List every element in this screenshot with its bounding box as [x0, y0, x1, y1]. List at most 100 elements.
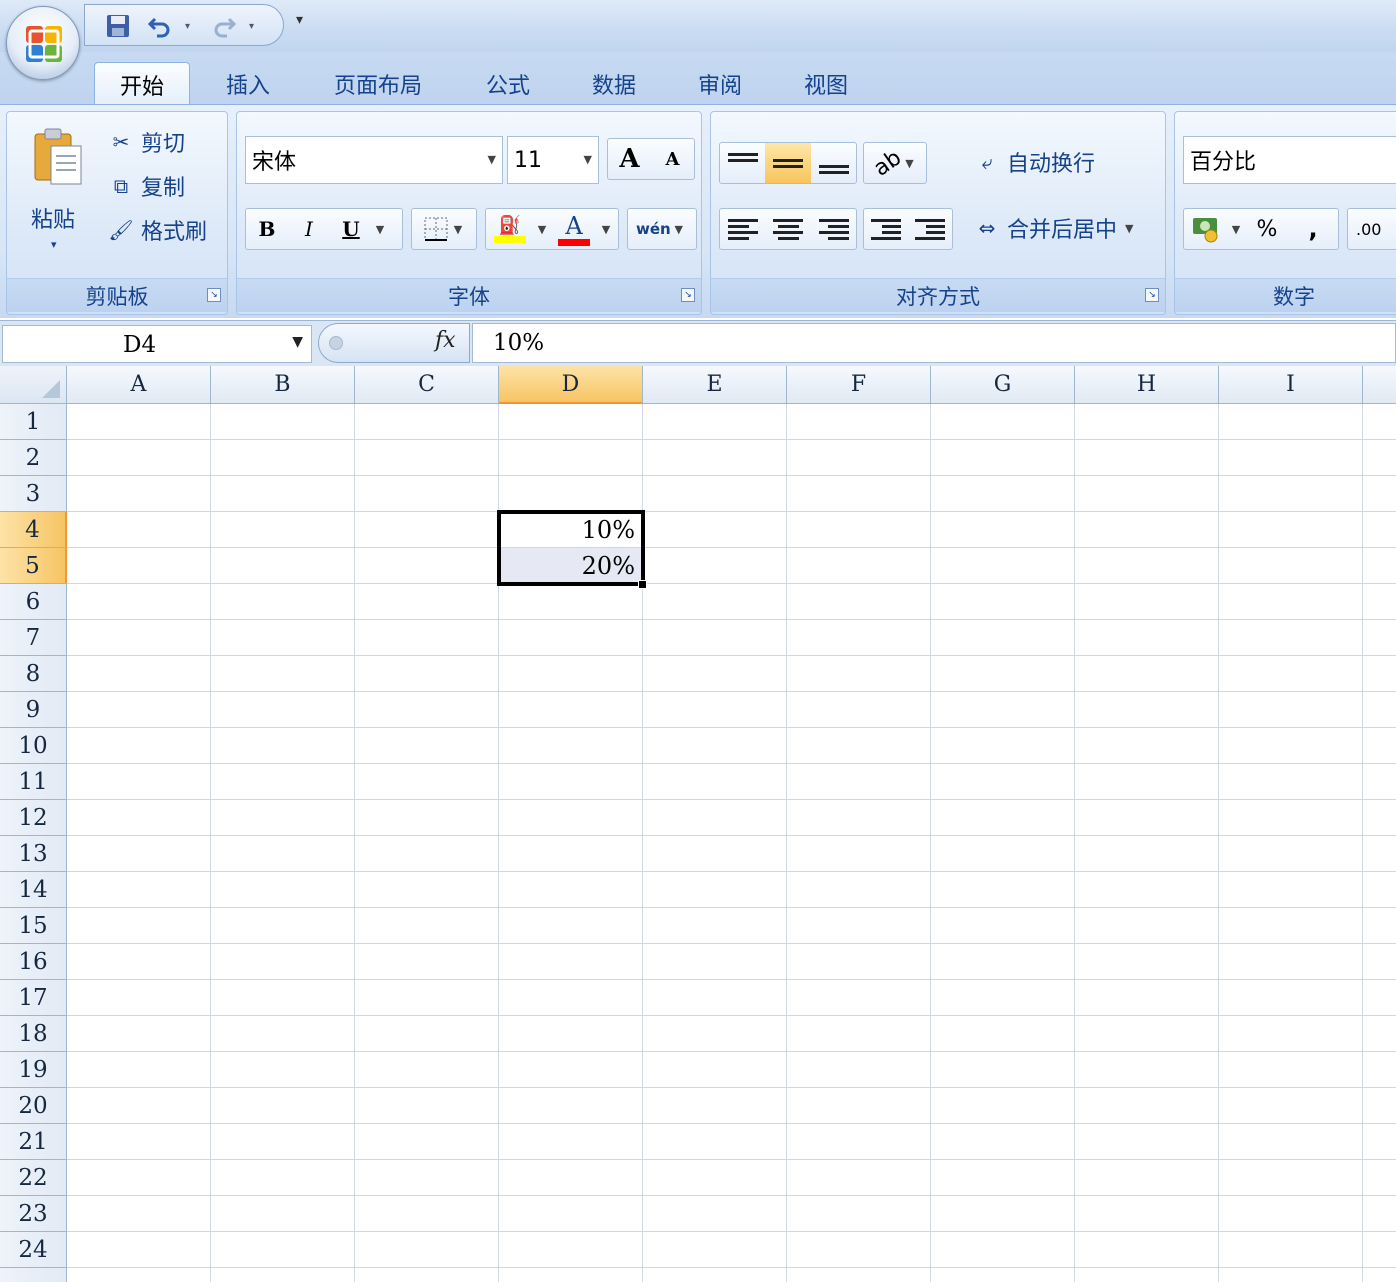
underline-button[interactable]: U	[330, 209, 372, 249]
office-button[interactable]	[6, 6, 80, 80]
save-button[interactable]	[103, 11, 133, 41]
row-header[interactable]: 10	[0, 728, 67, 764]
cut-button[interactable]: ✂ 剪切	[107, 124, 185, 160]
row-header[interactable]: 17	[0, 980, 67, 1016]
tab-data[interactable]: 数据	[570, 62, 658, 106]
row-header[interactable]: 19	[0, 1052, 67, 1088]
increase-indent-button[interactable]	[908, 209, 952, 249]
row-header[interactable]: 15	[0, 908, 67, 944]
borders-button[interactable]: ▼	[411, 208, 477, 250]
select-all-button[interactable]	[0, 366, 67, 404]
paste-dropdown-icon[interactable]: ▾	[51, 238, 57, 251]
row-header[interactable]: 22	[0, 1160, 67, 1196]
tab-view[interactable]: 视图	[782, 62, 870, 106]
column-header-g[interactable]: G	[931, 366, 1075, 404]
fill-handle[interactable]	[638, 580, 647, 589]
decrease-indent-button[interactable]	[864, 209, 908, 249]
font-color-dropdown-icon[interactable]: ▼	[598, 223, 614, 236]
align-left-button[interactable]	[720, 209, 765, 249]
increase-decimal-button[interactable]: .00	[1347, 208, 1396, 250]
redo-button[interactable]	[209, 11, 239, 41]
tab-insert[interactable]: 插入	[204, 62, 292, 106]
row-header[interactable]: 3	[0, 476, 67, 512]
accounting-dropdown-icon[interactable]: ▼	[1228, 223, 1244, 236]
chevron-down-icon[interactable]: ▼	[488, 153, 496, 166]
tab-review[interactable]: 审阅	[676, 62, 764, 106]
font-name-combo[interactable]: 宋体 ▼	[245, 136, 503, 184]
bold-button[interactable]: B	[246, 209, 288, 249]
tab-page-layout[interactable]: 页面布局	[316, 62, 440, 106]
resize-handle-icon[interactable]	[329, 336, 343, 350]
fill-color-button[interactable]: ⛽	[486, 209, 534, 249]
merge-center-button[interactable]: ⇔ 合并后居中 ▼	[973, 210, 1134, 246]
clipboard-launcher-icon[interactable]: ↘	[207, 288, 221, 302]
row-header[interactable]: 8	[0, 656, 67, 692]
undo-dropdown-icon[interactable]: ▾	[185, 21, 190, 32]
underline-dropdown-icon[interactable]: ▼	[372, 223, 388, 236]
undo-button[interactable]	[145, 11, 175, 41]
align-top-button[interactable]	[720, 143, 765, 183]
row-header[interactable]: 24	[0, 1232, 67, 1268]
italic-button[interactable]: I	[288, 209, 330, 249]
formula-input[interactable]: 10%	[472, 323, 1396, 363]
column-header-e[interactable]: E	[643, 366, 787, 404]
percent-style-button[interactable]: %	[1244, 209, 1290, 249]
row-header[interactable]: 1	[0, 404, 67, 440]
number-format-combo[interactable]: 百分比	[1183, 136, 1396, 184]
row-header[interactable]: 18	[0, 1016, 67, 1052]
alignment-launcher-icon[interactable]: ↘	[1145, 288, 1159, 302]
comma-style-button[interactable]: ,	[1290, 209, 1336, 249]
paste-button[interactable]: 粘贴	[31, 202, 75, 234]
paste-icon[interactable]	[29, 126, 87, 188]
shrink-font-button[interactable]: A	[651, 139, 694, 179]
align-center-button[interactable]	[765, 209, 811, 249]
orientation-button[interactable]: ab ▼	[863, 142, 927, 184]
row-header[interactable]: 4	[0, 512, 67, 548]
row-header[interactable]: 7	[0, 620, 67, 656]
name-box[interactable]: D4 ▼	[2, 325, 312, 363]
font-size-combo[interactable]: 11 ▼	[507, 136, 599, 184]
row-header[interactable]: 5	[0, 548, 67, 584]
column-header-i[interactable]: I	[1219, 366, 1363, 404]
wrap-text-button[interactable]: ⤶ 自动换行	[973, 144, 1095, 180]
chevron-down-icon[interactable]: ▼	[584, 153, 592, 166]
row-header[interactable]: 6	[0, 584, 67, 620]
row-header[interactable]: 12	[0, 800, 67, 836]
phonetic-button[interactable]: wén ▼	[627, 208, 697, 250]
column-header-c[interactable]: C	[355, 366, 499, 404]
column-header-d[interactable]: D	[499, 366, 643, 404]
merge-dropdown-icon[interactable]: ▼	[1125, 222, 1133, 235]
insert-function-button[interactable]: fx	[435, 328, 456, 353]
row-header[interactable]: 23	[0, 1196, 67, 1232]
row-header[interactable]: 2	[0, 440, 67, 476]
row-header[interactable]: 21	[0, 1124, 67, 1160]
row-header[interactable]	[0, 1268, 67, 1282]
font-color-button[interactable]: A	[550, 209, 598, 249]
column-header-b[interactable]: B	[211, 366, 355, 404]
align-middle-button[interactable]	[765, 143, 811, 183]
borders-dropdown-icon[interactable]: ▼	[450, 223, 466, 236]
grow-font-button[interactable]: A	[608, 139, 651, 179]
customize-qat-button[interactable]: ▾	[296, 12, 303, 28]
phonetic-dropdown-icon[interactable]: ▼	[671, 223, 687, 236]
accounting-format-button[interactable]	[1184, 209, 1228, 249]
align-bottom-button[interactable]	[811, 143, 856, 183]
fill-color-dropdown-icon[interactable]: ▼	[534, 223, 550, 236]
format-painter-button[interactable]: 🖌 格式刷	[107, 212, 207, 248]
copy-button[interactable]: ⧉ 复制	[107, 168, 185, 204]
column-header-a[interactable]: A	[67, 366, 211, 404]
chevron-down-icon[interactable]: ▼	[292, 334, 303, 350]
tab-formulas[interactable]: 公式	[464, 62, 552, 106]
row-header[interactable]: 16	[0, 944, 67, 980]
row-header[interactable]: 9	[0, 692, 67, 728]
column-header-h[interactable]: H	[1075, 366, 1219, 404]
column-header-f[interactable]: F	[787, 366, 931, 404]
tab-home[interactable]: 开始	[94, 62, 190, 106]
column-header-j[interactable]	[1363, 366, 1396, 404]
cell-area[interactable]	[67, 404, 1396, 1282]
font-launcher-icon[interactable]: ↘	[681, 288, 695, 302]
redo-dropdown-icon[interactable]: ▾	[249, 21, 254, 32]
row-header[interactable]: 20	[0, 1088, 67, 1124]
row-header[interactable]: 11	[0, 764, 67, 800]
row-header[interactable]: 14	[0, 872, 67, 908]
